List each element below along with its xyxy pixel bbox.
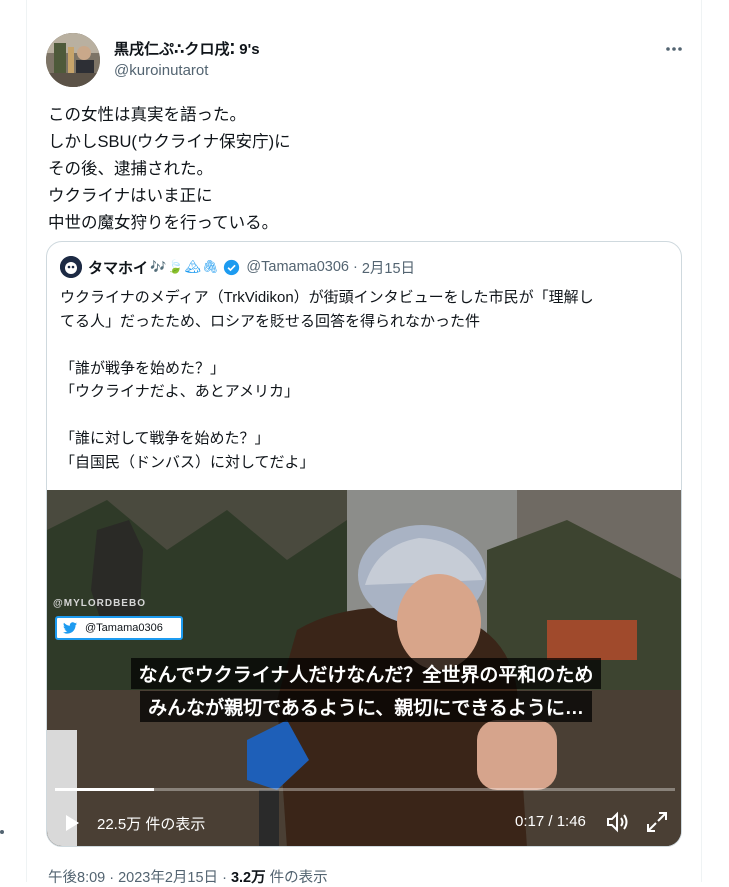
quoted-author-handle[interactable]: @Tamama0306 (246, 259, 349, 275)
tweet-text-line: その後、逮捕された。 (48, 160, 213, 178)
twitter-badge-handle: @Tamama0306 (85, 622, 163, 634)
video-progress-fill (55, 788, 155, 791)
video-subtitles: なんでウクライナ人だけなんだ？全世界の平和のため みんなが親切であるように、親切… (91, 658, 641, 724)
quoted-author-emoji: 🎶🍃🏔🖇 (150, 259, 220, 274)
quoted-text-line: てる人」だったため、ロシアを貶せる回答を得られなかった件 (60, 312, 481, 330)
tweet-text-line: この女性は真実を語った。 (48, 106, 246, 124)
quoted-text-line: ウクライナのメディア（TrkVidikon）が街頭インタビューをした市民が「理解… (60, 289, 594, 306)
quoted-author-avatar[interactable] (60, 256, 82, 278)
tweet-text: この女性は真実を語った。 しかしSBU(ウクライナ保安庁)に その後、逮捕された… (48, 102, 291, 237)
quoted-text-line: 「ウクライナだよ、あとアメリカ」 (60, 383, 299, 400)
fullscreen-icon (647, 812, 667, 832)
volume-icon (607, 811, 628, 833)
author-avatar[interactable] (46, 33, 100, 87)
author-handle[interactable]: @kuroinutarot (114, 62, 208, 79)
quoted-tweet-text: ウクライナのメディア（TrkVidikon）が街頭インタビューをした市民が「理解… (60, 286, 672, 474)
quoted-tweet-header: タマホイ 🎶🍃🏔🖇 @Tamama0306 · 2月15日 (60, 256, 415, 278)
side-mark (0, 830, 4, 834)
tweet-timestamp[interactable]: 午後8:09 · 2023年2月15日 · (48, 870, 231, 886)
tweet-view-label: 件の表示 (265, 870, 328, 886)
timeline-left-border (26, 0, 27, 882)
quoted-text-line (60, 404, 672, 428)
video-player[interactable]: @MYLORDBEBO @Tamama0306 なんでウクライナ人だけなんだ？全… (47, 490, 681, 846)
author-name[interactable]: 黒戌仁ぷ∴クロ戌⁚ 9's (114, 38, 260, 59)
quoted-text-line: 「誰が戦争を始めた？」 (60, 359, 226, 377)
more-icon (666, 47, 682, 51)
quoted-tweet[interactable]: タマホイ 🎶🍃🏔🖇 @Tamama0306 · 2月15日 ウクライナのメディア… (46, 241, 682, 847)
tweet-text-line: 中世の魔女狩りを行っている。 (48, 214, 279, 232)
volume-button[interactable] (605, 810, 629, 834)
tweet-text-line: しかしSBU(ウクライナ保安庁)に (48, 133, 291, 151)
separator-dot: · (352, 259, 358, 275)
video-watermark: @MYLORDBEBO (53, 598, 146, 609)
play-icon (66, 815, 79, 831)
subtitle-line: みんなが親切であるように、親切にできるように… (140, 691, 592, 722)
video-view-count: 22.5万 件の表示 (97, 816, 206, 833)
tweet-text-line: ウクライナはいま正に (48, 187, 213, 205)
quoted-text-line: 「自国民（ドンバス）に対してだよ」 (60, 453, 315, 471)
video-time: 0:17 / 1:46 (515, 813, 586, 830)
verified-icon (223, 259, 240, 276)
quoted-text-line: 「誰に対して戦争を始めた？」 (60, 430, 270, 447)
tweet-view-count: 3.2万 (230, 870, 266, 886)
quoted-author-name[interactable]: タマホイ (88, 257, 148, 278)
subtitle-line: なんでウクライナ人だけなんだ？全世界の平和のため (130, 658, 602, 689)
more-button[interactable] (662, 38, 686, 60)
twitter-bird-icon (63, 622, 77, 634)
video-progress-bar[interactable] (55, 788, 675, 791)
twitter-badge: @Tamama0306 (55, 616, 183, 640)
quoted-tweet-date[interactable]: 2月15日 (362, 257, 415, 278)
play-button[interactable] (61, 812, 83, 834)
quoted-text-line (60, 333, 672, 357)
fullscreen-button[interactable] (645, 810, 669, 834)
timeline-right-border (701, 0, 702, 882)
tweet-footer: 午後8:09 · 2023年2月15日 · 3.2万 件の表示 (48, 866, 328, 887)
